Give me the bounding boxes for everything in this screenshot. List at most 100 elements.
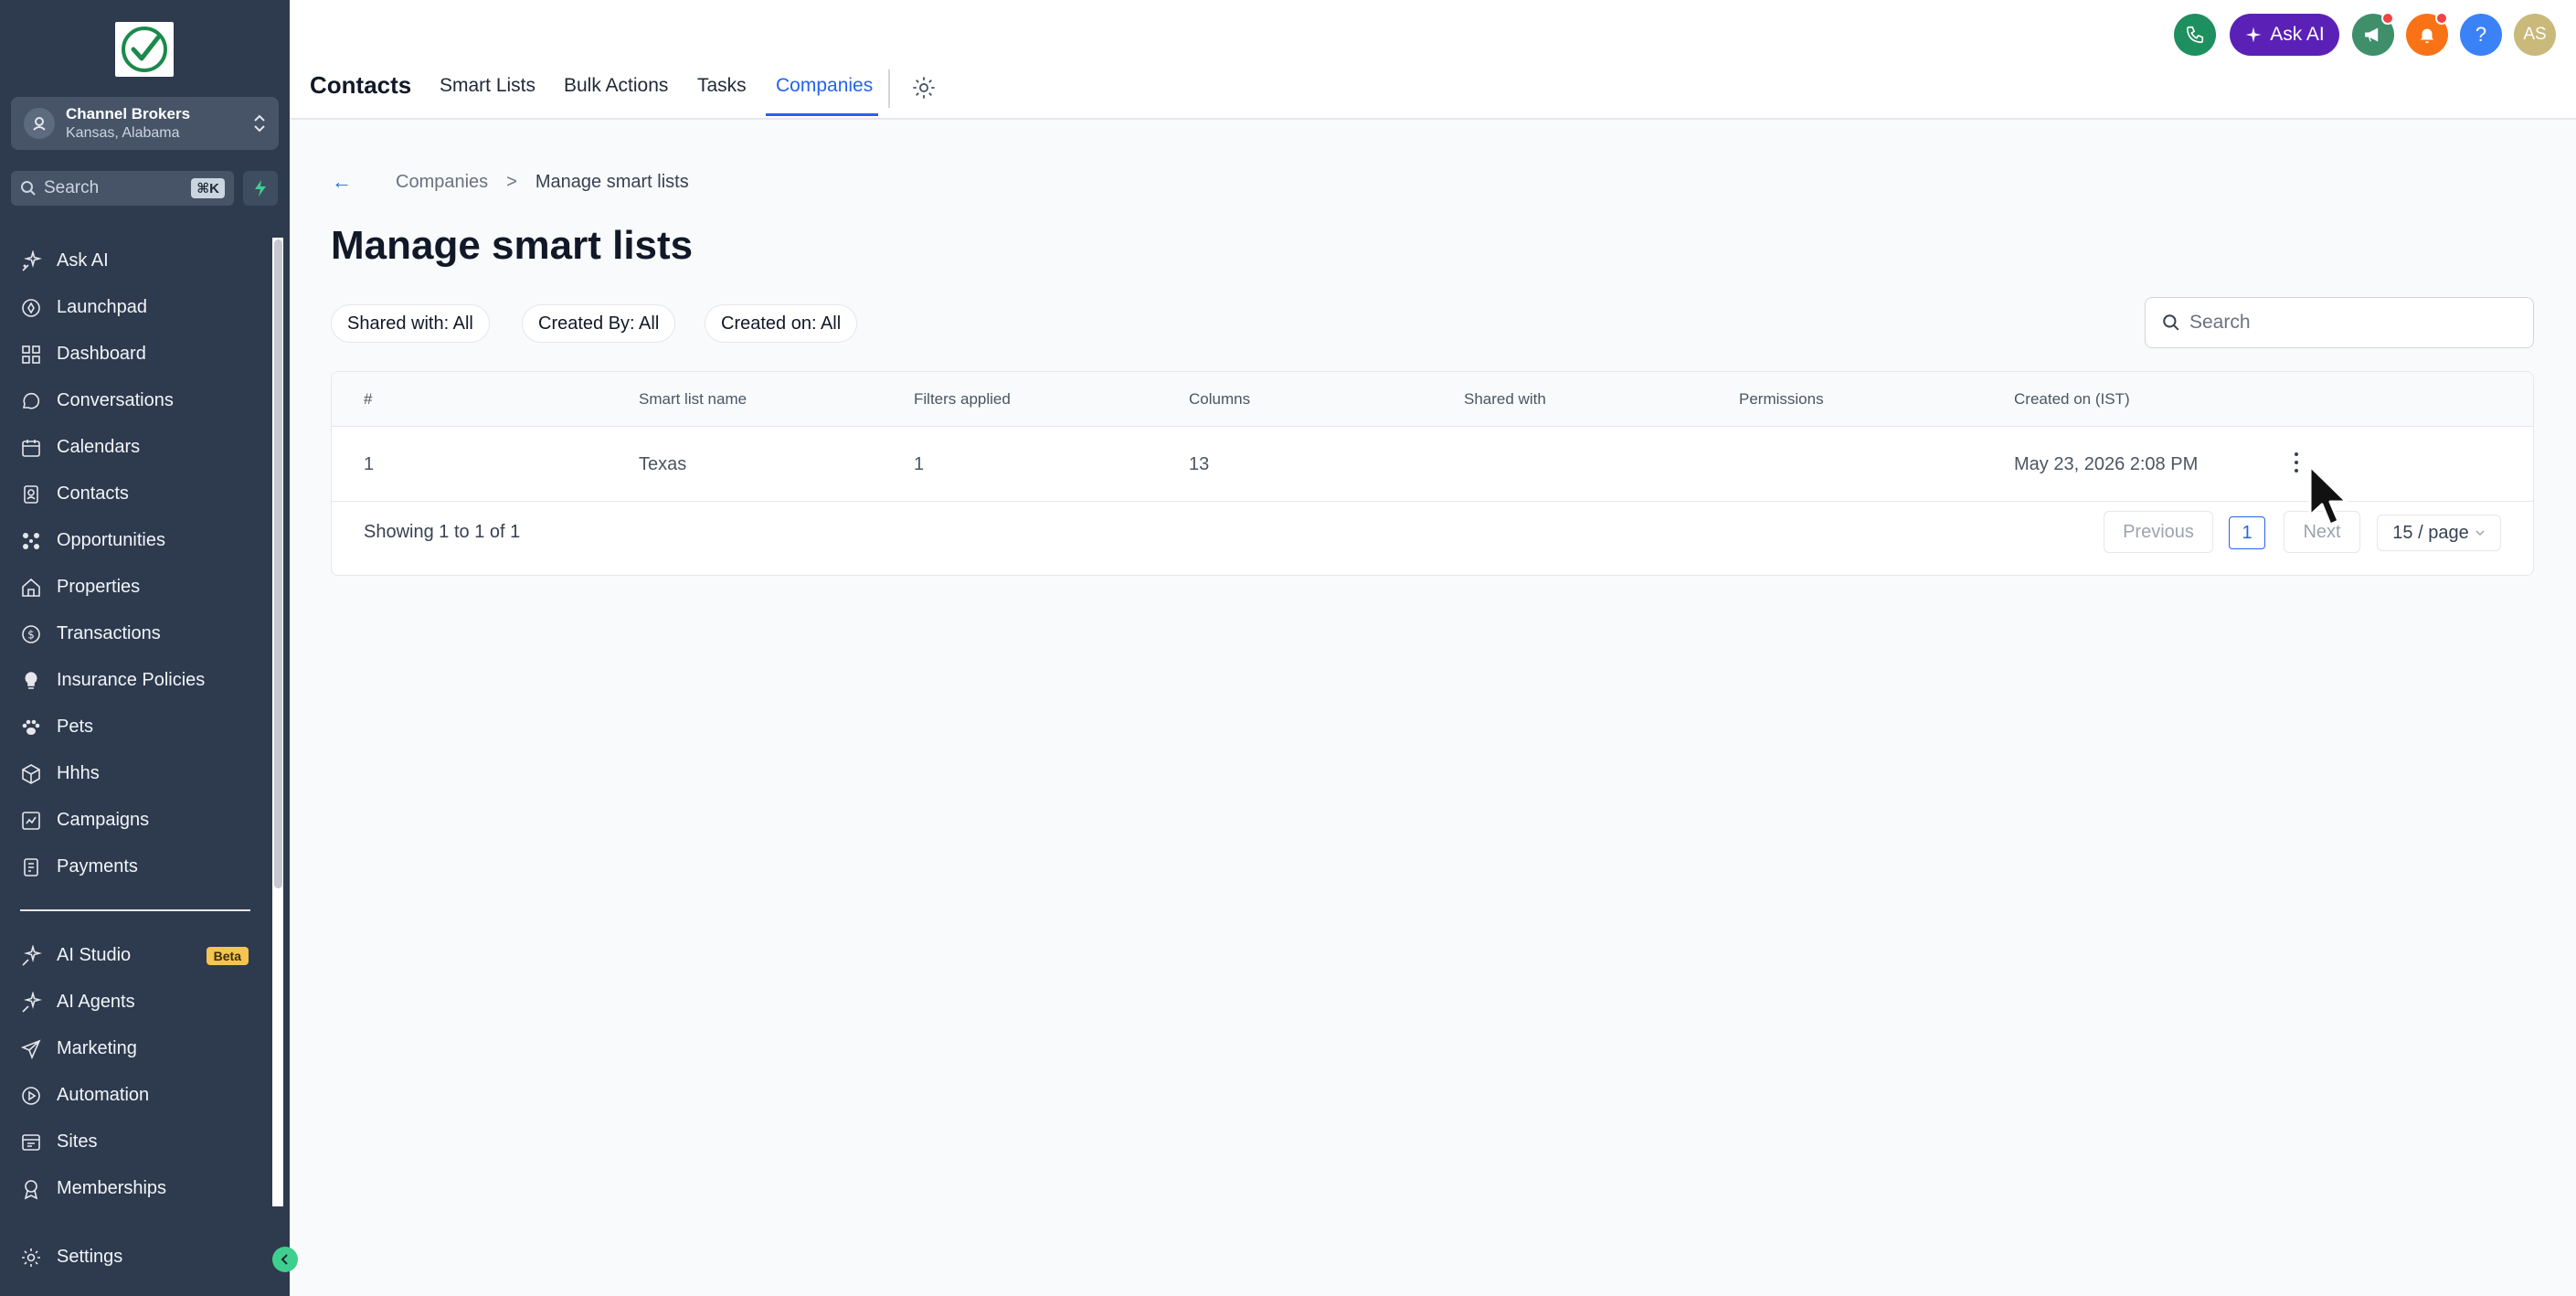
smart-list-search-input[interactable]: Search [2145,297,2534,348]
column-header-created-on: Created on (IST) [2014,390,2130,408]
payments-icon [24,857,38,876]
paw-icon [22,719,40,735]
tab-tasks[interactable]: Tasks [697,75,747,97]
sidebar-item-pets[interactable]: Pets [0,704,274,750]
sidebar-item-ask-ai[interactable]: Ask AI [0,238,274,284]
sidebar-item-marketing[interactable]: Marketing [0,1025,274,1072]
sidebar-item-label: Insurance Policies [57,670,206,690]
search-icon [21,181,36,196]
sidebar-settings: Settings [0,1234,274,1280]
sidebar-collapse-button[interactable] [272,1247,298,1272]
quick-action-button[interactable] [243,171,278,206]
column-header-number: # [364,390,373,408]
gear-icon [22,1248,40,1267]
chevron-left-icon [281,1254,288,1265]
location-icon [24,108,55,139]
sidebar-item-settings[interactable]: Settings [0,1234,274,1280]
sidebar-item-ai-studio[interactable]: AI Studio Beta [0,932,274,979]
svg-text:$: $ [27,628,35,641]
sidebar-item-memberships[interactable]: Memberships [0,1165,274,1212]
ask-ai-button[interactable]: Ask AI [2230,14,2339,56]
table-header: # Smart list name Filters applied Column… [332,372,2533,427]
table-row[interactable]: 1 Texas 1 13 May 23, 2026 2:08 PM [332,427,2533,502]
breadcrumb-separator: > [506,171,517,192]
column-header-permissions: Permissions [1739,390,1824,408]
sidebar-item-label: Ask AI [57,250,109,271]
breadcrumb-parent[interactable]: Companies [396,172,488,193]
previous-page-button[interactable]: Previous [2104,511,2213,553]
chevron-down-icon [2475,530,2485,536]
cell-columns: 13 [1189,454,1210,474]
sidebar-item-label: Calendars [57,437,141,457]
sidebar-item-hhhs[interactable]: Hhhs [0,750,274,797]
page-section-title: Contacts [310,71,412,99]
announcement-badge [2381,12,2394,25]
sidebar-item-contacts[interactable]: Contacts [0,471,274,517]
cell-name[interactable]: Texas [639,454,686,475]
sparkle-icon [2245,27,2262,43]
smart-lists-table: # Smart list name Filters applied Column… [331,371,2534,576]
filter-created-by[interactable]: Created By: All [522,304,676,343]
column-header-name: Smart list name [639,390,747,408]
search-icon [2163,314,2179,331]
sidebar-item-dashboard[interactable]: Dashboard [0,331,274,377]
sidebar-item-calendars[interactable]: Calendars [0,424,274,471]
sidebar-item-label: Campaigns [57,810,150,830]
chevron-updown-icon [254,114,265,133]
sidebar-item-properties[interactable]: Properties [0,564,274,611]
contacts-settings-button[interactable] [911,75,937,105]
sidebar-item-label: Memberships [57,1178,167,1198]
sidebar-item-label: Pets [57,717,94,737]
ask-ai-label: Ask AI [2270,24,2325,45]
account-switcher[interactable]: Channel Brokers Kansas, Alabama [11,97,279,150]
sidebar-item-transactions[interactable]: $ Transactions [0,611,274,657]
page-size-value: 15 / page [2392,522,2469,543]
cell-created-on: May 23, 2026 2:08 PM [2014,454,2199,474]
bolt-icon [255,180,266,197]
sidebar-item-label: Contacts [57,483,129,504]
breadcrumb: ← Companies > Manage smart lists [332,170,689,194]
sidebar-nav-secondary: AI Studio Beta AI Agents Marketing Autom… [0,932,274,1212]
gear-icon [913,77,935,99]
filter-shared-with[interactable]: Shared with: All [331,304,490,343]
campaign-icon [22,811,40,830]
column-header-columns: Columns [1189,390,1251,408]
cell-filters: 1 [914,454,925,474]
sidebar-nav: Ask AI Launchpad Dashboard Conversations… [0,238,274,890]
tab-companies[interactable]: Companies [776,75,873,97]
filter-created-on[interactable]: Created on: All [705,304,858,343]
lightbulb-icon [25,671,37,689]
logo[interactable] [115,22,174,77]
column-header-filters: Filters applied [914,390,1011,408]
sidebar-item-ai-agents[interactable]: AI Agents [0,979,274,1025]
account-name: Channel Brokers [66,105,191,122]
page-title: Manage smart lists [331,223,694,268]
sidebar-scrollbar[interactable] [274,239,282,888]
tab-smart-lists[interactable]: Smart Lists [440,75,535,97]
phone-button[interactable] [2174,14,2216,56]
help-button[interactable]: ? [2460,14,2502,56]
sidebar-item-opportunities[interactable]: Opportunities [0,517,274,564]
sidebar-item-launchpad[interactable]: Launchpad [0,284,274,331]
check-logo-icon [122,27,167,72]
automation-icon [22,1086,40,1105]
mouse-cursor-icon [2308,464,2348,526]
user-avatar[interactable]: AS [2514,14,2556,56]
sidebar-item-automation[interactable]: Automation [0,1072,274,1119]
sidebar-item-insurance-policies[interactable]: Insurance Policies [0,657,274,704]
sidebar-item-sites[interactable]: Sites [0,1119,274,1165]
back-arrow-icon[interactable]: ← [332,170,352,194]
sidebar-item-label: AI Agents [57,992,135,1012]
page-size-select[interactable]: 15 / page [2377,515,2501,551]
sidebar-item-label: Hhhs [57,763,100,783]
page-number-button[interactable]: 1 [2229,516,2265,549]
send-icon [20,1039,41,1059]
dollar-icon: $ [22,624,40,643]
sidebar-search-placeholder: Search [44,178,100,197]
row-actions-kebab-icon[interactable] [2291,449,2302,476]
sidebar-item-campaigns[interactable]: Campaigns [0,797,274,844]
sidebar-search[interactable]: Search ⌘K [11,171,234,206]
tab-bulk-actions[interactable]: Bulk Actions [564,75,668,97]
sidebar-item-payments[interactable]: Payments [0,844,274,890]
sidebar-item-conversations[interactable]: Conversations [0,377,274,424]
